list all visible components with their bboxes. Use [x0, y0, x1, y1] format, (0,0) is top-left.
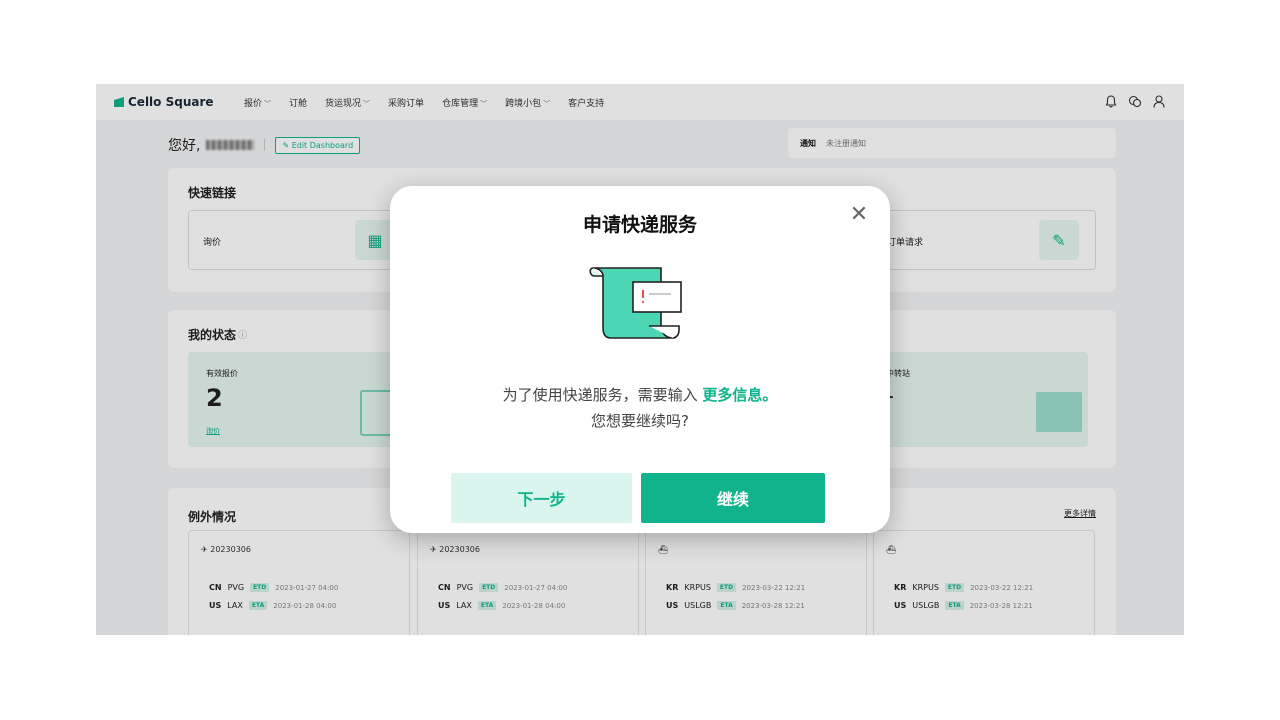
continue-button[interactable]: 继续 — [641, 473, 825, 523]
more-info-link[interactable]: 更多信息。 — [702, 386, 777, 404]
next-step-button[interactable]: 下一步 — [451, 473, 632, 523]
document-scroll-icon — [589, 267, 682, 339]
close-icon[interactable]: ✕ — [848, 204, 870, 226]
express-service-modal: 申请快递服务 ✕ 为了使用快递服务，需要输入 更多信息。 您想要继续吗? 下一步… — [390, 186, 890, 533]
modal-message-text: 为了使用快递服务，需要输入 — [502, 386, 698, 404]
modal-message: 为了使用快递服务，需要输入 更多信息。 您想要继续吗? — [390, 382, 890, 434]
modal-question: 您想要继续吗? — [591, 412, 689, 430]
modal-title: 申请快递服务 — [582, 214, 697, 236]
